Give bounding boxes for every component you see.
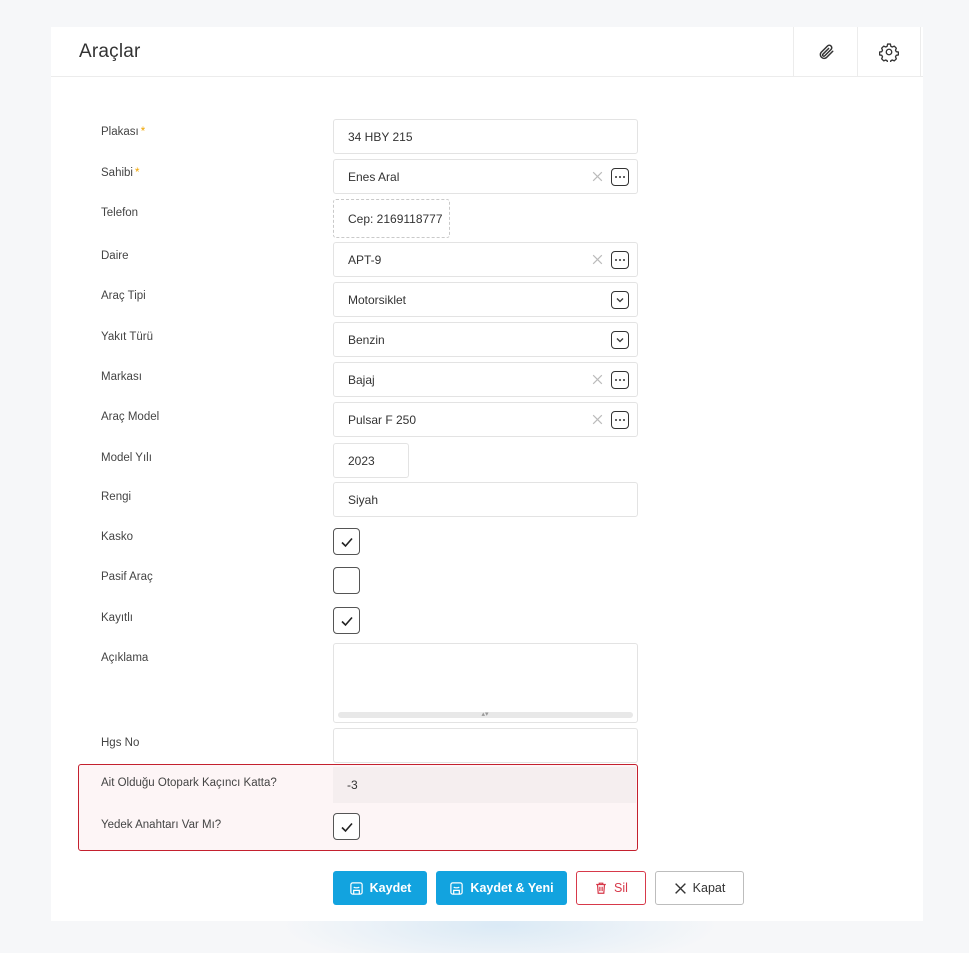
hgs-no-input[interactable] [333,728,638,763]
aciklama-textarea[interactable]: ▴▾ [333,643,638,723]
checkmark-icon [340,616,353,626]
lookup-button[interactable] [611,371,629,389]
label-pasif-arac: Pasif Araç [101,571,153,583]
attachment-button[interactable] [793,27,857,77]
plaka-value: 34 HBY 215 [348,129,413,144]
arac-model-input[interactable]: Pulsar F 250 [333,402,638,437]
save-label: Kaydet [369,881,412,895]
close-button[interactable]: Kapat [655,871,744,905]
label-yakit-turu: Yakıt Türü [101,331,153,343]
save-icon [450,881,464,895]
label-kayitli: Kayıtlı [101,612,133,624]
sahibi-value: Enes Aral [348,169,400,184]
model-yili-value: 2023 [348,453,375,468]
page-title: Araçlar [79,41,141,62]
model-yili-input[interactable]: 2023 [333,443,409,478]
yakit-turu-select[interactable]: Benzin [333,322,638,357]
delete-button[interactable]: Sil [576,871,646,905]
chevron-down-icon[interactable] [611,331,629,349]
checkmark-icon [340,537,353,547]
panel-header: Araçlar [51,27,923,77]
markasi-input[interactable]: Bajaj [333,362,638,397]
label-arac-model: Araç Model [101,411,160,423]
yedek-anahtar-checkbox[interactable] [333,813,360,840]
paperclip-icon [819,44,833,60]
plaka-input[interactable]: 34 HBY 215 [333,119,638,154]
lookup-button[interactable] [611,251,629,269]
clear-icon[interactable] [591,373,604,386]
label-markasi: Markası [101,371,142,383]
clear-icon[interactable] [591,413,604,426]
label-hgs-no: Hgs No [101,737,140,749]
label-yedek-anahtar: Yedek Anahtarı Var Mı? [101,819,222,831]
gear-icon [879,43,899,62]
label-plaka: Plakası * [101,126,146,138]
daire-value: APT-9 [348,252,382,267]
telefon-field[interactable]: Cep: 2169118777 [333,199,450,238]
checkmark-icon [340,822,353,832]
resize-grip-icon[interactable]: ▴▾ [480,711,490,718]
save-icon [349,881,363,895]
markasi-value: Bajaj [348,372,375,387]
arac-tipi-value: Motorsiklet [348,292,407,307]
label-otopark-kat: Ait Olduğu Otopark Kaçıncı Katta? [101,777,277,789]
label-model-yili: Model Yılı [101,452,152,464]
close-icon [674,882,686,894]
otopark-kat-value: -3 [347,778,358,792]
label-aciklama: Açıklama [101,652,149,664]
save-and-new-button[interactable]: Kaydet & Yeni [436,871,567,905]
trash-icon [596,882,606,894]
lookup-button[interactable] [611,411,629,429]
arac-tipi-select[interactable]: Motorsiklet [333,282,638,317]
chevron-down-icon[interactable] [611,291,629,309]
delete-label: Sil [614,881,628,895]
label-kasko: Kasko [101,531,133,543]
sahibi-input[interactable]: Enes Aral [333,159,638,194]
label-daire: Daire [101,250,129,262]
rengi-input[interactable]: Siyah [333,482,638,517]
settings-button[interactable] [857,27,921,77]
lookup-button[interactable] [611,168,629,186]
yakit-turu-value: Benzin [348,332,385,347]
label-arac-tipi: Araç Tipi [101,290,146,302]
save-button[interactable]: Kaydet [333,871,427,905]
pasif-arac-checkbox[interactable] [333,567,360,594]
label-rengi: Rengi [101,491,132,503]
kayitli-checkbox[interactable] [333,607,360,634]
daire-input[interactable]: APT-9 [333,242,638,277]
arac-model-value: Pulsar F 250 [348,412,417,427]
required-marker: * [134,167,140,179]
rengi-value: Siyah [348,492,379,507]
label-telefon: Telefon [101,207,139,219]
clear-icon[interactable] [591,170,604,183]
save-and-new-label: Kaydet & Yeni [470,881,554,895]
clear-icon[interactable] [591,253,604,266]
required-marker: * [140,126,146,138]
close-label: Kapat [692,881,726,895]
kasko-checkbox[interactable] [333,528,360,555]
telefon-value: Cep: 2169118777 [348,211,443,226]
vehicle-form-panel: Araçlar Plakası * 34 HBY 215 Sahibi * Enes… [51,27,923,921]
otopark-kat-input[interactable]: -3 [333,767,636,803]
label-sahibi: Sahibi * [101,167,140,179]
